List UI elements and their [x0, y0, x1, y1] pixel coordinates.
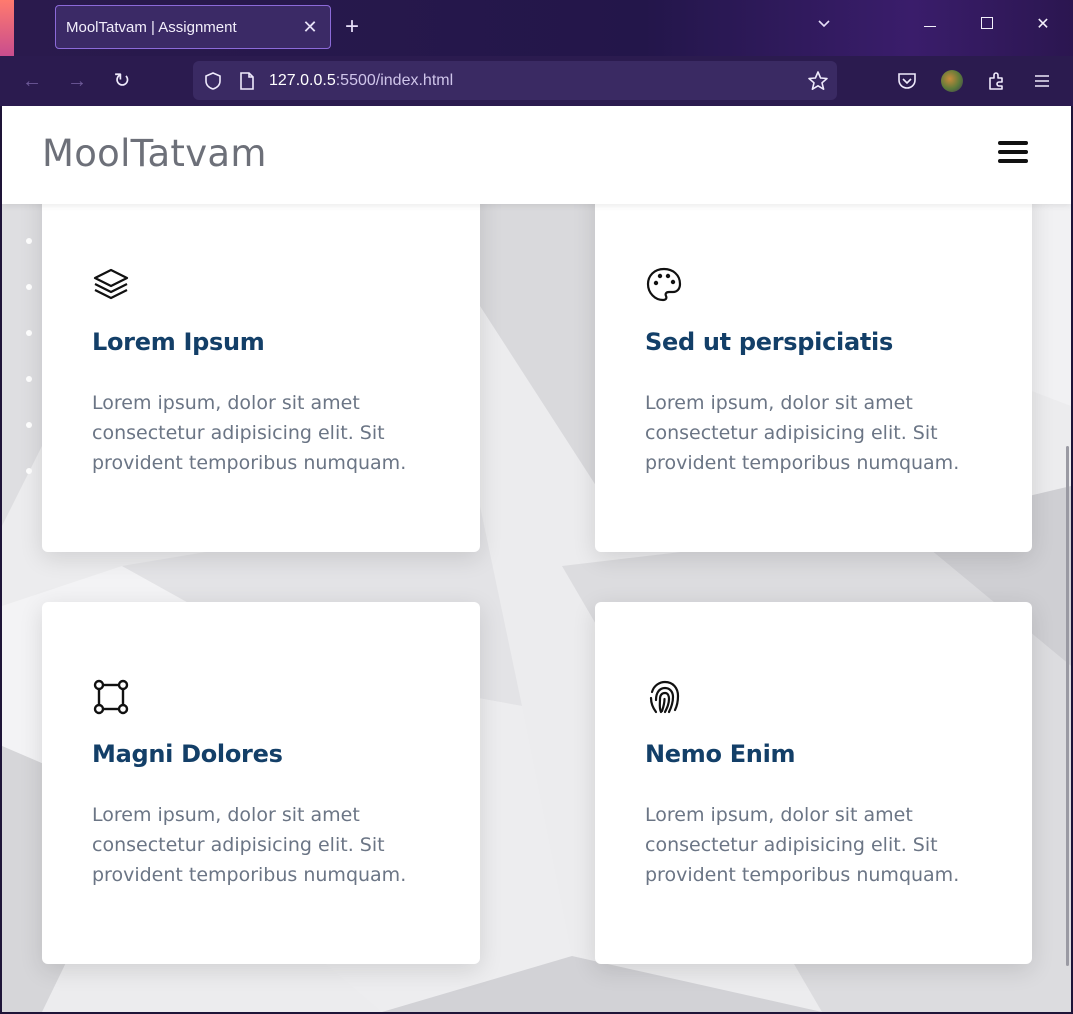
maximize-button[interactable]	[972, 14, 1002, 34]
card-text: Lorem ipsum, dolor sit amet consectetur …	[645, 804, 960, 886]
palette-icon	[646, 267, 682, 302]
account-avatar[interactable]	[941, 70, 963, 92]
browser-tab-active[interactable]: MoolTatvam | Assignment ✕	[55, 5, 331, 49]
card-title: Nemo Enim	[645, 740, 796, 768]
page-icon[interactable]	[239, 71, 255, 91]
feature-card: Sed ut perspiciatis Lorem ipsum, dolor s…	[595, 166, 1032, 552]
card-text: Lorem ipsum, dolor sit amet consectetur …	[645, 392, 960, 474]
address-bar[interactable]: 127.0.0.5:5500/index.html	[193, 61, 837, 100]
feature-card: Magni Dolores Lorem ipsum, dolor sit ame…	[42, 602, 480, 964]
browser-tab-bar: MoolTatvam | Assignment ✕ + ✕	[0, 0, 1073, 56]
page-scrollbar[interactable]	[1066, 446, 1069, 966]
menu-icon[interactable]	[1031, 70, 1053, 92]
chevron-down-icon[interactable]	[816, 15, 832, 36]
fingerprint-icon	[649, 680, 680, 714]
layers-icon	[93, 268, 129, 300]
hamburger-line	[998, 159, 1028, 163]
hamburger-line	[998, 141, 1028, 145]
tab-close-icon[interactable]: ✕	[300, 17, 320, 38]
hamburger-line	[998, 150, 1028, 154]
shield-icon[interactable]	[203, 71, 223, 91]
url-host: 127.0.0.5	[269, 71, 336, 89]
decorative-dots	[24, 216, 36, 476]
card-text: Lorem ipsum, dolor sit amet consectetur …	[92, 804, 407, 886]
forward-button[interactable]: →	[64, 68, 90, 94]
bookmark-star-icon[interactable]	[807, 70, 829, 92]
feature-card: Nemo Enim Lorem ipsum, dolor sit amet co…	[595, 602, 1032, 964]
url-text: 127.0.0.5:5500/index.html	[269, 72, 453, 90]
extensions-icon[interactable]	[986, 70, 1008, 92]
tab-title: MoolTatvam | Assignment	[66, 18, 237, 36]
browser-nav-bar: ← → ↻ 127.0.0.5:5500/index.html	[0, 56, 1073, 106]
card-title: Sed ut perspiciatis	[645, 328, 893, 356]
hamburger-menu-button[interactable]	[998, 141, 1028, 163]
card-title: Lorem Ipsum	[92, 328, 265, 356]
close-window-button[interactable]: ✕	[1028, 14, 1058, 34]
pocket-icon[interactable]	[896, 70, 918, 92]
card-title: Magni Dolores	[92, 740, 283, 768]
feature-card: Lorem Ipsum Lorem ipsum, dolor sit amet …	[42, 166, 480, 552]
minimize-button[interactable]	[915, 14, 945, 32]
site-logo[interactable]: MoolTatvam	[42, 132, 267, 175]
bounding-box-icon	[93, 679, 129, 715]
theme-accent	[0, 0, 14, 56]
card-text: Lorem ipsum, dolor sit amet consectetur …	[92, 392, 407, 474]
url-path: :5500/index.html	[335, 71, 454, 89]
new-tab-button[interactable]: +	[345, 14, 359, 40]
site-header: MoolTatvam	[2, 106, 1071, 204]
page-viewport: MoolTatvam Lorem Ipsum Lorem ipsum, dolo…	[2, 106, 1071, 1012]
back-button[interactable]: ←	[19, 68, 45, 94]
reload-button[interactable]: ↻	[109, 68, 135, 94]
